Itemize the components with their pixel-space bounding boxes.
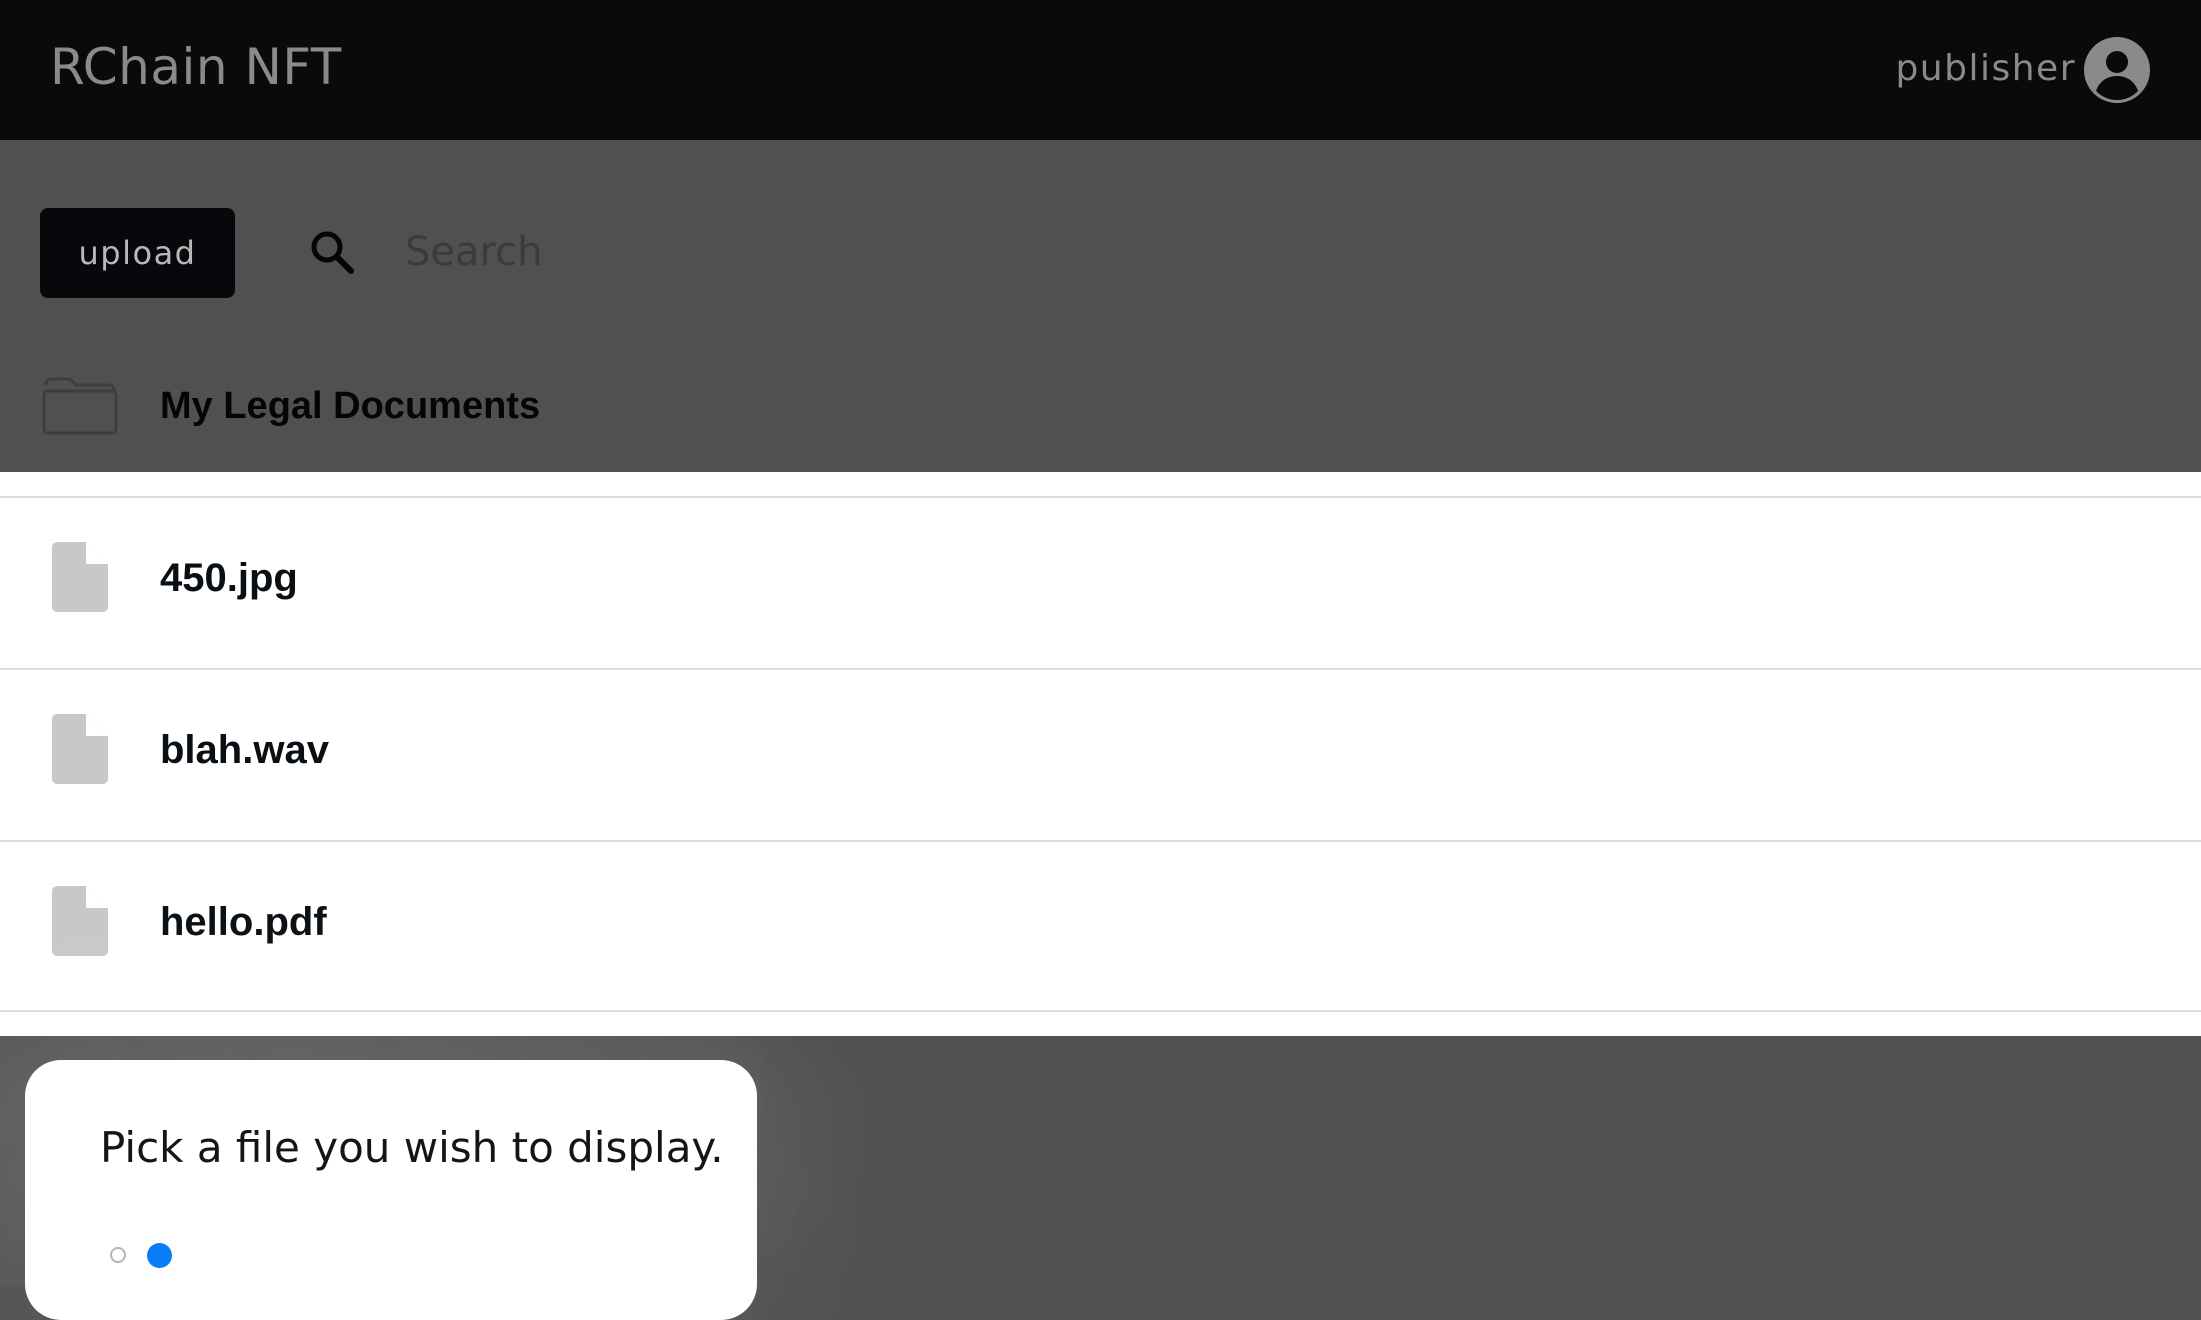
upload-button[interactable]: upload xyxy=(40,208,235,298)
user-circle-icon[interactable] xyxy=(2084,37,2150,103)
file-icon xyxy=(52,542,108,612)
file-row[interactable]: 450.jpg xyxy=(0,496,2201,668)
user-name[interactable]: publisher xyxy=(1895,48,2076,89)
file-name: blah.wav xyxy=(160,728,329,772)
file-name: 450.jpg xyxy=(160,556,298,600)
file-list: 450.jpg blah.wav hello.pdf xyxy=(0,472,2201,1036)
popup-message: Pick a file you wish to display. xyxy=(100,1123,724,1172)
file-row[interactable]: hello.pdf xyxy=(0,840,2201,1012)
file-name: hello.pdf xyxy=(160,900,327,944)
folder-header[interactable]: My Legal Documents xyxy=(0,345,2201,473)
pagination-dot-2-active[interactable] xyxy=(147,1243,172,1268)
search-icon[interactable] xyxy=(308,228,356,276)
search-input[interactable] xyxy=(395,222,1115,282)
file-icon xyxy=(52,714,108,784)
folder-open-icon xyxy=(40,371,120,437)
tour-popup: Pick a file you wish to display. xyxy=(25,1060,757,1320)
folder-name: My Legal Documents xyxy=(160,385,541,427)
file-row[interactable]: blah.wav xyxy=(0,668,2201,840)
pagination-dot-1[interactable] xyxy=(110,1247,126,1263)
top-bar: RChain NFT publisher xyxy=(0,0,2201,140)
file-icon xyxy=(52,886,108,956)
app-title: RChain NFT xyxy=(50,38,342,96)
